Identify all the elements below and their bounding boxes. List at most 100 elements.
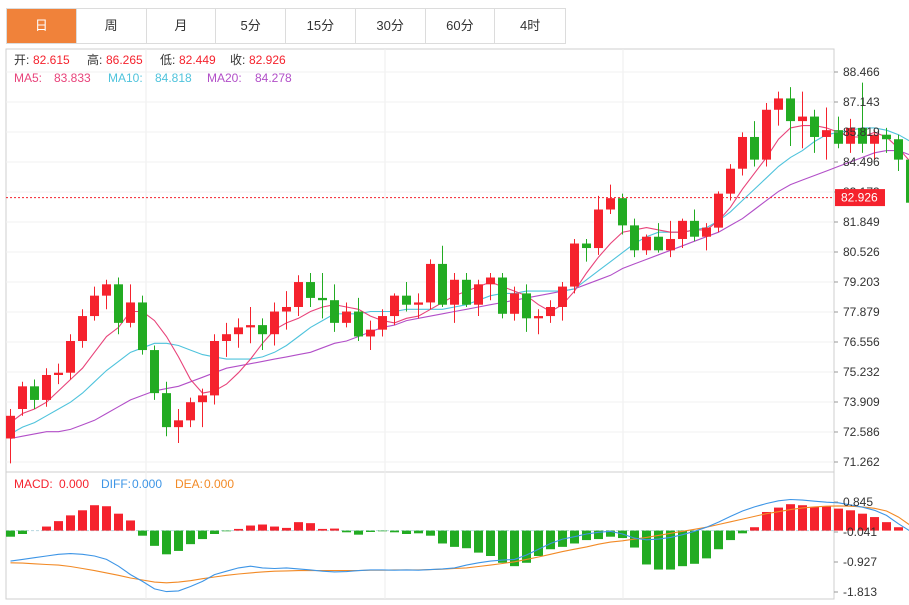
candle-body xyxy=(318,297,327,301)
macd-bar xyxy=(690,530,699,564)
macd-bar xyxy=(402,530,411,534)
macd-bar xyxy=(390,530,399,533)
price-tick-label: 77.879 xyxy=(843,305,880,319)
candle-body xyxy=(594,209,603,249)
price-tick-label: 88.466 xyxy=(843,65,880,79)
diff-label: DIFF: xyxy=(101,477,131,491)
price-tick-label: 75.232 xyxy=(843,365,880,379)
macd-bar xyxy=(726,530,735,541)
candle-body xyxy=(642,236,651,251)
candle-body xyxy=(738,136,747,169)
macd-bar xyxy=(162,530,171,555)
open-label: 开: xyxy=(14,53,29,67)
price-tick-label: 81.849 xyxy=(843,215,880,229)
macd-bar xyxy=(498,530,507,563)
macd-bar xyxy=(534,530,543,557)
candle-body xyxy=(522,293,531,319)
low-value: 82.449 xyxy=(179,53,216,67)
macd-bar xyxy=(330,528,339,531)
candle-body xyxy=(534,316,543,319)
candle-body xyxy=(366,329,375,337)
candle-body xyxy=(786,98,795,122)
macd-tick-label: 0.845 xyxy=(843,495,873,509)
price-tick-label: 85.819 xyxy=(843,125,880,139)
price-tick-label: 79.203 xyxy=(843,275,880,289)
candle-body xyxy=(306,282,315,298)
price-tick-label: 87.143 xyxy=(843,95,880,109)
candle-body xyxy=(198,395,207,403)
macd-bar xyxy=(894,527,903,531)
candle-body xyxy=(618,198,627,226)
candle-body xyxy=(102,284,111,296)
macd-bar xyxy=(882,522,891,531)
candle-body xyxy=(270,311,279,335)
candle-body xyxy=(390,295,399,317)
price-panel-frame xyxy=(5,48,835,473)
macd-bar xyxy=(486,530,495,557)
candle-body xyxy=(246,325,255,328)
ma10-label: MA10: xyxy=(108,71,143,85)
candle-body xyxy=(66,340,75,373)
macd-bar xyxy=(138,530,147,536)
chart-canvas[interactable]: 88.46687.14385.81984.49683.17381.84980.5… xyxy=(0,0,909,605)
macd-bar xyxy=(414,530,423,534)
candle-body xyxy=(714,193,723,228)
candle-body xyxy=(282,306,291,312)
dea-label: DEA: xyxy=(175,477,203,491)
candle-body xyxy=(222,334,231,341)
candle-body xyxy=(510,293,519,314)
macd-bar xyxy=(642,530,651,565)
ma10-line xyxy=(10,127,909,435)
macd-label: MACD: xyxy=(14,477,53,491)
candle-body xyxy=(186,402,195,421)
ma20-value: 84.278 xyxy=(255,71,292,85)
candle-body xyxy=(810,116,819,137)
macd-bar xyxy=(198,530,207,540)
candle-body xyxy=(138,302,147,351)
macd-bar xyxy=(246,525,255,531)
macd-bar xyxy=(114,513,123,531)
macd-bar xyxy=(714,530,723,550)
candle-body xyxy=(606,198,615,210)
macd-bar xyxy=(834,508,843,531)
macd-bar xyxy=(126,520,135,531)
macd-bar xyxy=(462,530,471,549)
candle-body xyxy=(654,236,663,251)
macd-bar xyxy=(54,521,63,531)
candle-body xyxy=(570,243,579,287)
ohlc-legend: 开: 82.615 高: 86.265 低: 82.449 收: 82.926 xyxy=(14,52,286,67)
candle-body xyxy=(6,415,15,439)
candle-body xyxy=(474,284,483,305)
macd-bar xyxy=(318,528,327,531)
candle-body xyxy=(126,302,135,323)
macd-bar xyxy=(210,530,219,534)
candle-body xyxy=(774,98,783,110)
candle-body xyxy=(822,130,831,137)
candle-body xyxy=(702,227,711,237)
macd-bar xyxy=(234,528,243,531)
candle-body xyxy=(882,134,891,140)
macd-tick-label: -1.813 xyxy=(843,585,877,599)
macd-bar xyxy=(186,530,195,545)
macd-bar xyxy=(750,527,759,531)
macd-bar xyxy=(174,530,183,551)
macd-bar xyxy=(702,530,711,559)
price-tick-label: 73.909 xyxy=(843,395,880,409)
candle-body xyxy=(150,350,159,394)
price-axis: 88.46687.14385.81984.49683.17381.84980.5… xyxy=(834,65,880,469)
candle-body xyxy=(90,295,99,317)
candle-body xyxy=(894,139,903,160)
macd-bar xyxy=(294,522,303,531)
price-tick-label: 76.556 xyxy=(843,335,880,349)
candle-body xyxy=(210,340,219,396)
candle-body xyxy=(426,263,435,303)
price-tick-label: 71.262 xyxy=(843,455,880,469)
macd-bar xyxy=(822,506,831,531)
macd-bar xyxy=(522,530,531,563)
candle-body xyxy=(762,109,771,160)
ma5-label: MA5: xyxy=(14,71,42,85)
macd-bar xyxy=(474,530,483,553)
macd-bar xyxy=(222,530,231,532)
macd-bar xyxy=(6,530,15,537)
macd-bar xyxy=(282,527,291,531)
